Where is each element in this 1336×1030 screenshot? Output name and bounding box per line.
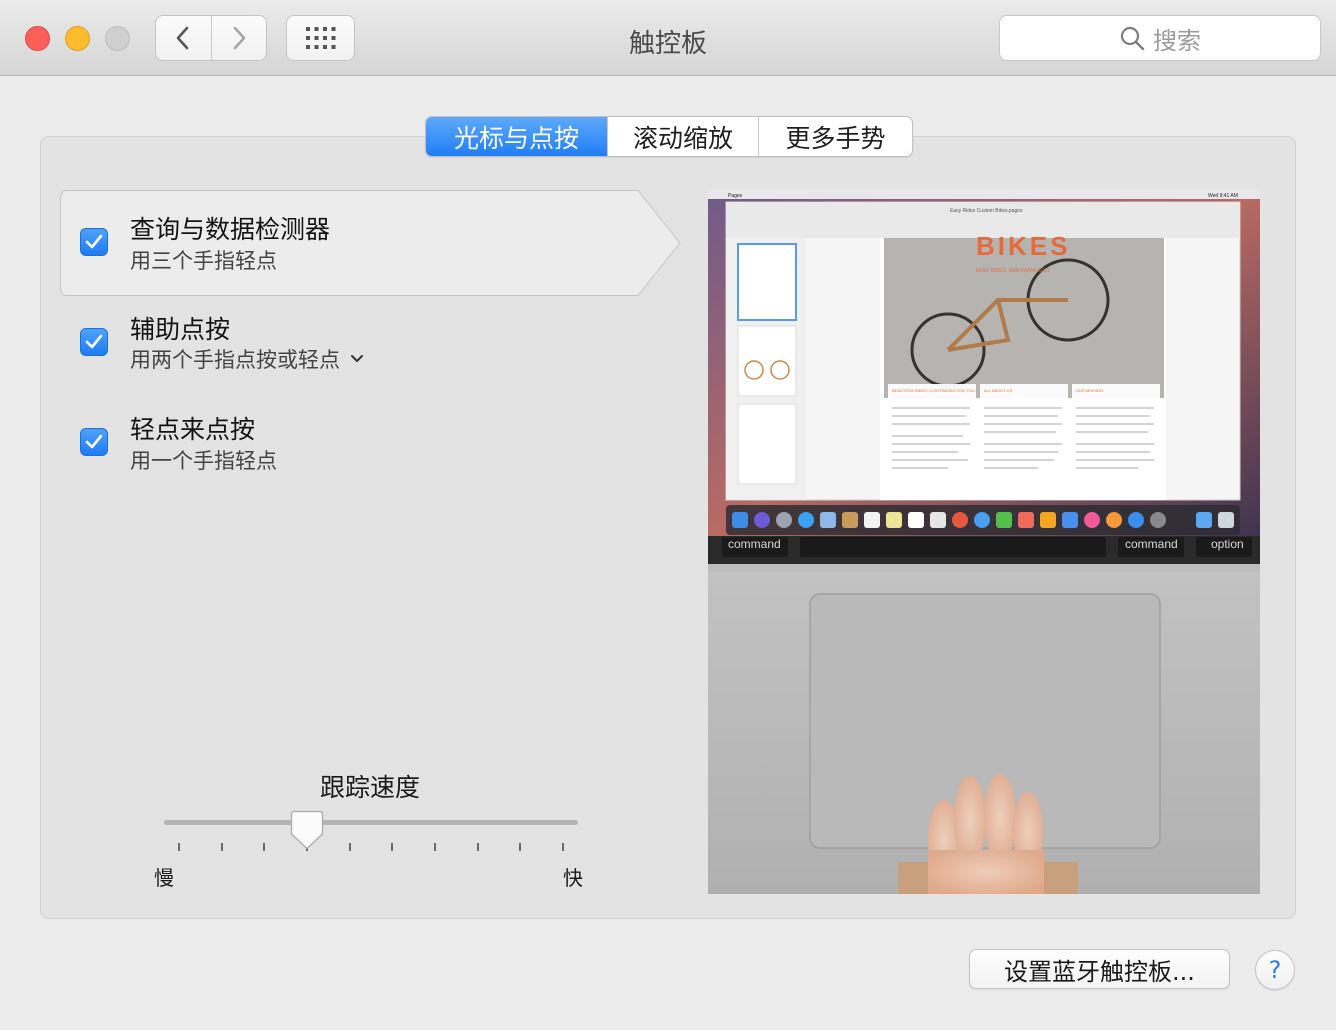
slider-tick [391, 843, 394, 851]
preview-key-command-right: command [1125, 537, 1178, 551]
tap-to-click-subtitle: 用一个手指轻点 [130, 445, 277, 475]
preview-menubar-clock: Wed 9:41 AM [1208, 193, 1238, 199]
tracking-speed-label: 跟踪速度 [319, 773, 420, 802]
preview-doc-tagline: EASY RIDES, SAN FRANCISCO [976, 268, 1050, 274]
tap-to-click-checkbox[interactable] [80, 428, 108, 456]
checkmark-icon [85, 334, 103, 349]
search-icon [1120, 26, 1145, 51]
preview-doc-window-title: Easy Rides Custom Bikes.pages [950, 208, 1023, 214]
slider-knob[interactable] [290, 810, 324, 850]
tab-more-gestures[interactable]: 更多手势 [758, 117, 912, 156]
preview-column-head-3: OUR MISSION [1076, 388, 1103, 393]
preview-key-option: option [1211, 537, 1244, 551]
tracking-speed-slider[interactable] [164, 820, 578, 825]
slider-min-label: 慢 [154, 866, 174, 890]
slider-tick [476, 843, 479, 851]
lookup-title[interactable]: 查询与数据检测器 [130, 210, 330, 246]
lookup-gesture-text: 用三个手指轻点 [130, 249, 277, 273]
preview-column-head-2: ALL ABOUT US [984, 388, 1013, 393]
slider-tick [434, 843, 436, 851]
secondary-click-title[interactable]: 辅助点按 [130, 310, 230, 346]
preview-menubar-app: Pages [728, 193, 743, 199]
preview-key-command-left: command [728, 537, 781, 551]
slider-tick [562, 843, 564, 851]
search-field[interactable]: 搜索 [999, 15, 1321, 61]
search-placeholder: 搜索 [1153, 26, 1201, 55]
secondary-click-dropdown[interactable]: 用两个手指点按或轻点 [130, 344, 364, 374]
chevron-down-icon [351, 355, 363, 362]
tab-scroll-zoom[interactable]: 滚动缩放 [607, 117, 758, 156]
gesture-preview: Pages Wed 9:41 AM Easy Rides Custom Bike… [708, 190, 1260, 894]
preview-illustration: Pages Wed 9:41 AM Easy Rides Custom Bike… [708, 190, 1260, 894]
slider-tick [348, 843, 351, 851]
checkmark-icon [85, 234, 103, 249]
preview-column-head-1: BEAUTIFUL BIKES, CUSTOMIZED FOR YOU. [892, 388, 976, 393]
secondary-click-checkbox[interactable] [80, 328, 108, 356]
title-bar: 触控板 搜索 [0, 0, 1336, 76]
tap-gesture-text: 用一个手指轻点 [130, 449, 277, 473]
tap-to-click-title[interactable]: 轻点来点按 [130, 410, 255, 446]
checkmark-icon [85, 434, 103, 449]
lookup-subtitle: 用三个手指轻点 [130, 245, 277, 275]
slider-max-label: 快 [563, 866, 583, 890]
lookup-checkbox[interactable] [80, 228, 108, 256]
slider-tick [263, 843, 266, 851]
slider-tick [519, 843, 522, 851]
tab-bar: 光标与点按 滚动缩放 更多手势 [425, 116, 913, 157]
tab-point-click[interactable]: 光标与点按 [426, 117, 607, 156]
secondary-click-gesture-text: 用两个手指点按或轻点 [130, 348, 340, 372]
setup-bluetooth-trackpad-button[interactable]: 设置蓝牙触控板... [969, 949, 1230, 989]
help-button[interactable]: ? [1255, 950, 1295, 990]
preview-doc-heading: BIKES [976, 231, 1070, 261]
slider-tick [220, 843, 223, 851]
slider-tick [178, 843, 180, 851]
